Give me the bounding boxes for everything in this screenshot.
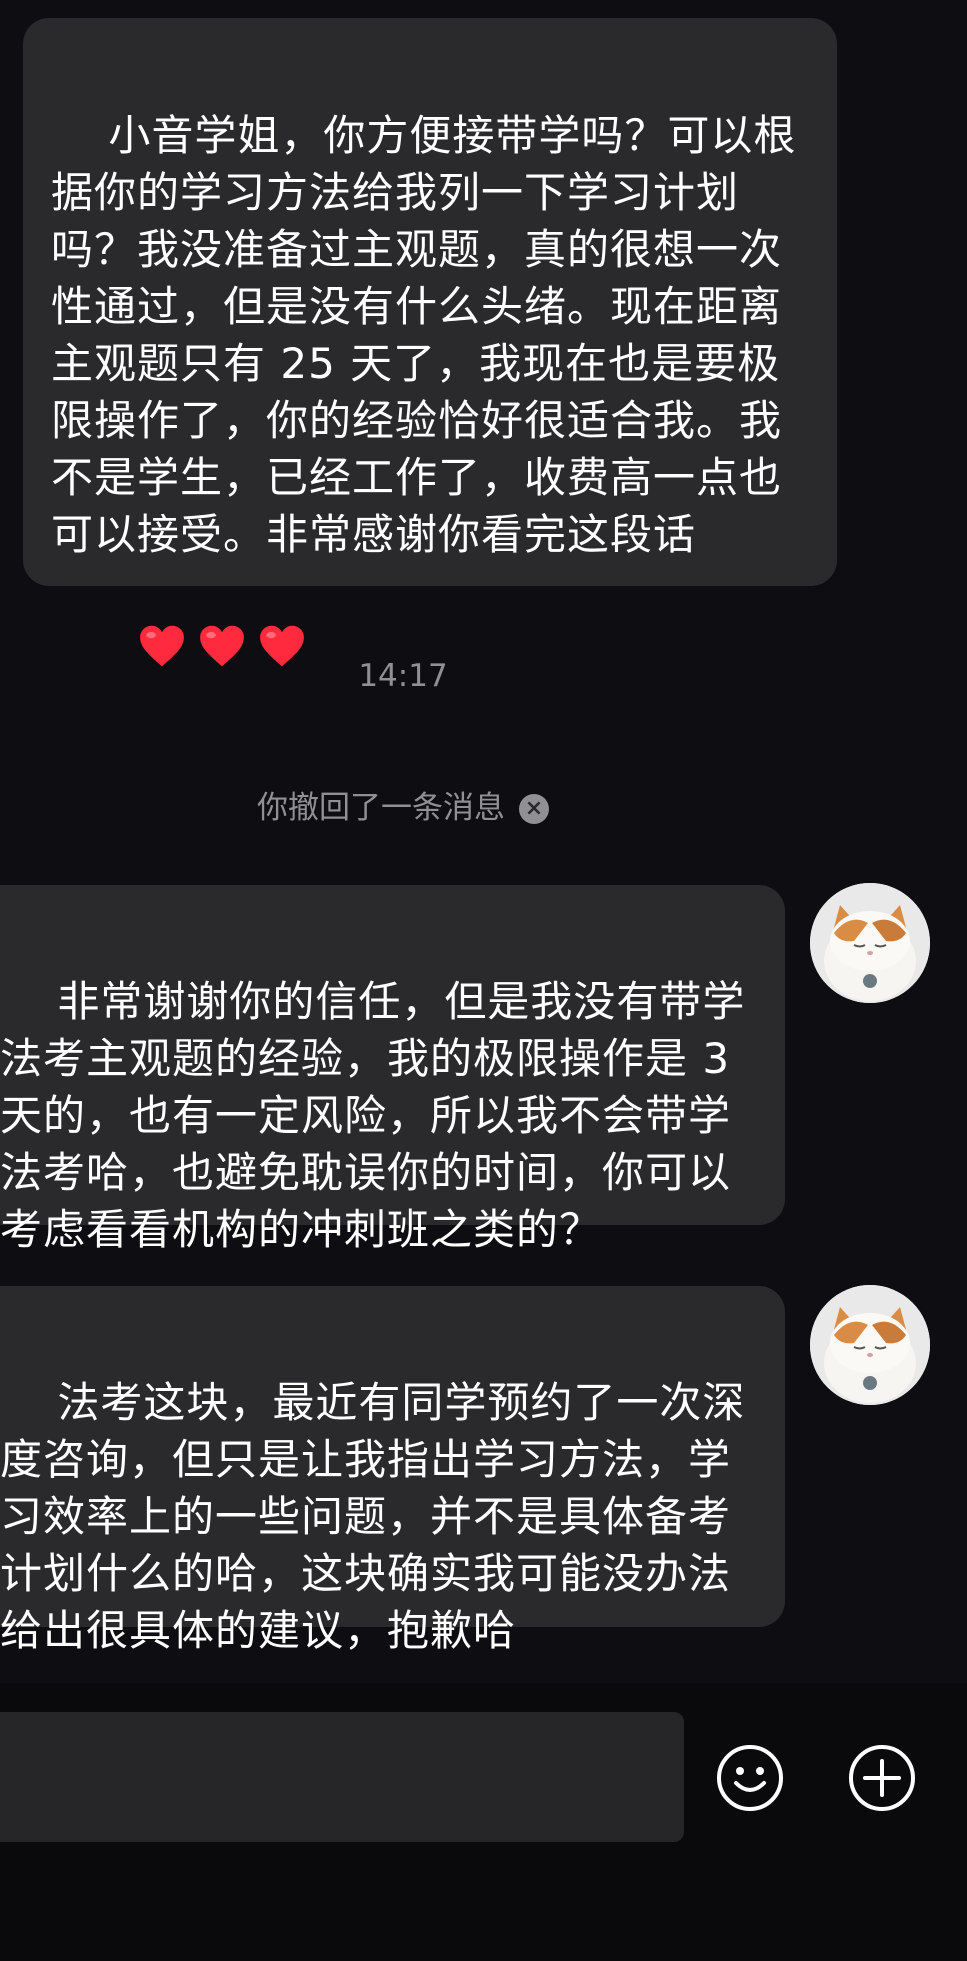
sent-message-text: 非常谢谢你的信任，但是我没有带学法考主观题的经验，我的极限操作是 3 天的，也有… [0,977,746,1254]
close-icon[interactable]: × [519,794,549,824]
emoji-button[interactable] [715,1743,785,1813]
message-input[interactable] [0,1712,684,1842]
recall-notice-text: 你撤回了一条消息 [257,790,505,826]
cat-avatar-icon [810,883,930,1003]
message-input-bar [0,1683,967,1961]
avatar[interactable] [810,1285,930,1405]
cat-avatar-icon [810,1285,930,1405]
avatar[interactable] [810,883,930,1003]
message-timestamp: 14:17 [358,658,448,694]
plus-circle-icon [849,1745,915,1811]
recall-notice: 你撤回了一条消息 × [0,782,806,827]
sent-message-text: 法考这块，最近有同学预约了一次深度咨询，但只是让我指出学习方法，学习效率上的一些… [0,1378,746,1655]
sent-message-bubble[interactable]: 法考这块，最近有同学预约了一次深度咨询，但只是让我指出学习方法，学习效率上的一些… [0,1286,785,1655]
received-message-text: 小音学姐，你方便接带学吗？可以根据你的学习方法给我列一下学习计划吗？我没准备过主… [51,111,797,559]
more-button[interactable] [847,1743,917,1813]
sent-message-bubble[interactable]: 非常谢谢你的信任，但是我没有带学法考主观题的经验，我的极限操作是 3 天的，也有… [0,885,785,1254]
received-message-bubble[interactable]: 小音学姐，你方便接带学吗？可以根据你的学习方法给我列一下学习计划吗？我没准备过主… [23,18,837,667]
chat-area[interactable]: 小音学姐，你方便接带学吗？可以根据你的学习方法给我列一下学习计划吗？我没准备过主… [0,0,967,1683]
smiley-face-icon [717,1745,783,1811]
